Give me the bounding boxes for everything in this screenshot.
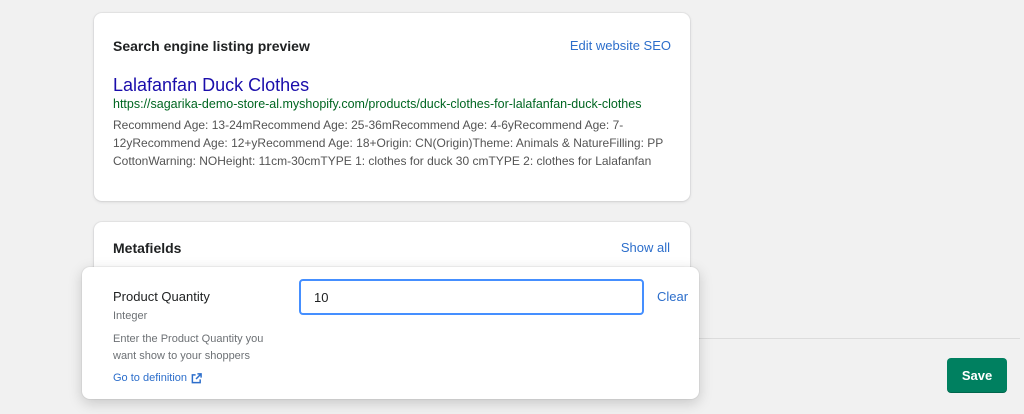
save-button[interactable]: Save <box>947 358 1007 393</box>
go-to-definition-label: Go to definition <box>113 372 187 384</box>
seo-card-title: Search engine listing preview <box>113 38 310 54</box>
external-link-icon <box>191 372 202 383</box>
metafields-title: Metafields <box>113 240 182 256</box>
metafield-type: Integer <box>113 310 148 322</box>
seo-preview-title: Lalafanfan Duck Clothes <box>113 75 310 95</box>
metafield-help-text: Enter the Product Quantity you want show… <box>113 333 264 362</box>
seo-preview-card: Search engine listing preview Edit websi… <box>94 13 690 201</box>
seo-preview-url: https://sagarika-demo-store-al.myshopify… <box>113 97 642 111</box>
metafield-value-input[interactable] <box>299 279 644 315</box>
show-all-link[interactable]: Show all <box>621 240 670 255</box>
edit-website-seo-link[interactable]: Edit website SEO <box>570 38 671 53</box>
clear-button[interactable]: Clear <box>657 289 688 304</box>
metafield-name: Product Quantity <box>113 289 210 304</box>
seo-preview-description: Recommend Age: 13-24mRecommend Age: 25-3… <box>113 118 664 168</box>
page-divider <box>690 338 1020 339</box>
go-to-definition-link[interactable]: Go to definition <box>113 372 202 384</box>
metafield-editor-popover: Product Quantity Integer Enter the Produ… <box>82 267 699 399</box>
